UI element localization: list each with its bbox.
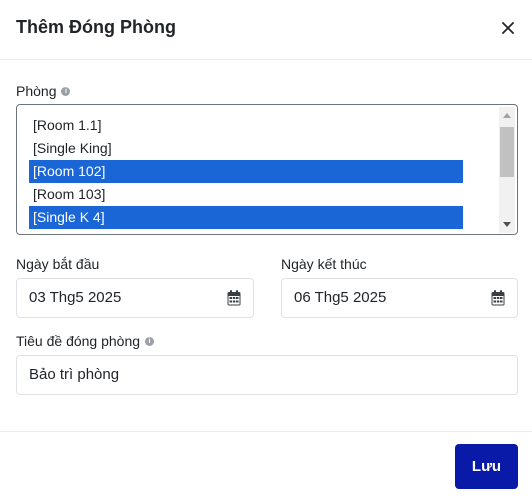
room-multiselect[interactable]: [Room 1.1] [Single King] [Room 102] [Roo… [16,104,518,235]
start-date-value: 03 Thg5 2025 [29,289,122,306]
close-icon [502,22,514,34]
end-date-value: 06 Thg5 2025 [294,289,387,306]
dialog-header: Thêm Đóng Phòng [0,0,532,60]
save-button[interactable]: Lưu [455,444,518,489]
end-date-input[interactable]: 06 Thg5 2025 [281,278,518,318]
room-option[interactable]: [Single King] [29,137,463,160]
room-option-selected[interactable]: [Room 102] [29,160,463,183]
start-date-label-text: Ngày bắt đầu [16,256,100,272]
start-date-input[interactable]: 03 Thg5 2025 [16,278,254,318]
room-label: Phòng i [16,83,71,99]
closure-title-input[interactable]: Bảo trì phòng [16,355,518,395]
closure-title-value: Bảo trì phòng [29,366,120,383]
end-date-label-text: Ngày kết thúc [281,256,367,272]
room-option[interactable]: [Room 103] [29,183,463,206]
room-option[interactable]: [Room 1.1] [29,114,463,137]
room-option-selected[interactable]: [Single K 4] [29,206,463,229]
info-icon: i [61,86,71,96]
closure-title-label: Tiêu đề đóng phòng i [16,333,155,349]
scroll-thumb[interactable] [500,127,514,177]
dialog-title: Thêm Đóng Phòng [16,17,176,37]
dialog-footer: Lưu [0,431,532,499]
closure-title-label-text: Tiêu đề đóng phòng [16,333,141,349]
close-button[interactable] [496,16,520,40]
end-date-label: Ngày kết thúc [281,256,367,272]
calendar-icon[interactable] [491,290,505,306]
start-date-label: Ngày bắt đầu [16,256,99,272]
add-room-closure-dialog: Thêm Đóng Phòng Phòng i [Room 1.1] [Sing… [0,0,532,499]
listbox-scrollbar[interactable] [499,107,515,233]
info-icon: i [145,336,155,346]
scroll-up-arrow-icon[interactable] [503,113,511,118]
calendar-icon[interactable] [227,290,241,306]
scroll-down-arrow-icon[interactable] [503,222,511,227]
room-label-text: Phòng [16,83,57,99]
